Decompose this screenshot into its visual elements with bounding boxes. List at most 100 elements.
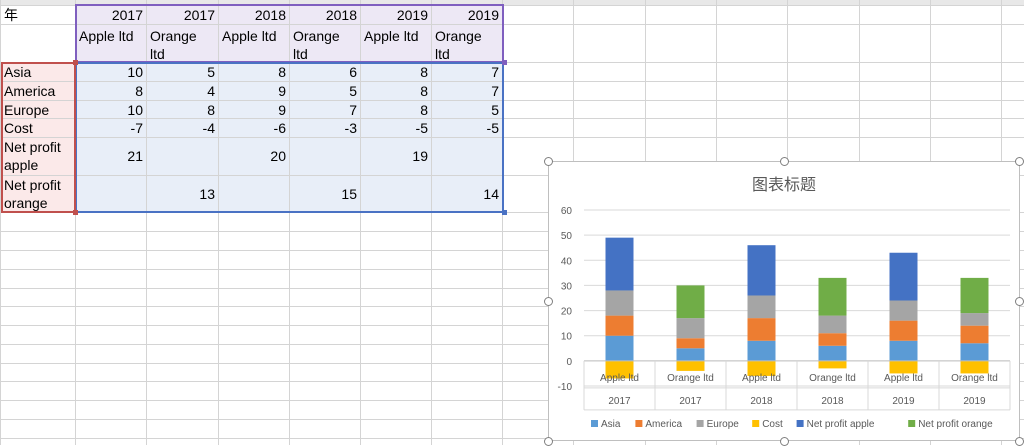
- x-category-label: Orange ltd: [667, 373, 714, 384]
- cell-year[interactable]: 2018: [290, 6, 360, 24]
- cell-row-label[interactable]: Asia: [1, 63, 74, 81]
- x-category-label: Orange ltd: [809, 373, 856, 384]
- chart-resize-handle[interactable]: [544, 157, 553, 166]
- bar-segment: [960, 325, 989, 344]
- cell-row-label[interactable]: Net profit orange: [1, 176, 74, 212]
- y-tick-label: 30: [561, 281, 573, 292]
- cell-value[interactable]: 6: [290, 63, 360, 81]
- cell-value[interactable]: 8: [76, 82, 146, 100]
- legend-label: Net profit orange: [918, 419, 993, 430]
- cell-year[interactable]: 2018: [219, 6, 289, 24]
- x-group-label: 2018: [821, 396, 844, 407]
- legend-swatch: [908, 420, 916, 427]
- cell-company[interactable]: Orange ltd: [147, 25, 218, 62]
- bar-segment: [747, 245, 776, 296]
- bar-segment: [676, 360, 705, 371]
- cell-value[interactable]: 20: [219, 138, 289, 175]
- cell-value[interactable]: 13: [147, 176, 218, 212]
- cell-value[interactable]: 7: [432, 63, 502, 81]
- range-resize-handle[interactable]: [502, 60, 507, 65]
- cell-value[interactable]: 7: [290, 101, 360, 118]
- cell-value[interactable]: 5: [147, 63, 218, 81]
- chart-resize-handle[interactable]: [1015, 297, 1024, 306]
- bar-segment: [605, 237, 634, 291]
- cell-header-year[interactable]: 年: [1, 6, 74, 24]
- cell-value[interactable]: 8: [361, 82, 431, 100]
- cell-value[interactable]: 7: [432, 82, 502, 100]
- legend-label: Net profit apple: [807, 419, 875, 430]
- cell-value[interactable]: [361, 176, 431, 212]
- bar-segment: [818, 360, 847, 369]
- cell-company[interactable]: Orange ltd: [432, 25, 502, 62]
- cell-row-label[interactable]: Europe: [1, 101, 74, 118]
- x-group-label: 2017: [679, 396, 702, 407]
- bar-segment: [676, 318, 705, 339]
- cell-value[interactable]: 5: [432, 101, 502, 118]
- cell-value[interactable]: 8: [361, 101, 431, 118]
- cell-value[interactable]: 10: [76, 63, 146, 81]
- cell-value[interactable]: 10: [76, 101, 146, 118]
- range-resize-handle[interactable]: [73, 60, 78, 65]
- chart-resize-handle[interactable]: [1015, 157, 1024, 166]
- cell-year[interactable]: 2017: [76, 6, 146, 24]
- cell-company[interactable]: Apple ltd: [219, 25, 289, 62]
- legend-label: America: [645, 419, 682, 430]
- bar-segment: [889, 252, 918, 301]
- legend-label: Cost: [762, 419, 783, 430]
- chart-title: 图表标题: [752, 176, 816, 194]
- bar-segment: [889, 360, 918, 374]
- cell-value[interactable]: -6: [219, 119, 289, 137]
- range-resize-handle[interactable]: [502, 210, 507, 215]
- chart-resize-handle[interactable]: [780, 157, 789, 166]
- cell-value[interactable]: 8: [361, 63, 431, 81]
- cell-value[interactable]: 9: [219, 101, 289, 118]
- cell-company[interactable]: Apple ltd: [361, 25, 431, 62]
- cell-company[interactable]: Apple ltd: [76, 25, 146, 62]
- x-category-label: Apple ltd: [742, 373, 781, 384]
- cell-year[interactable]: 2019: [361, 6, 431, 24]
- cell-value[interactable]: 5: [290, 82, 360, 100]
- cell-value[interactable]: -3: [290, 119, 360, 137]
- cell-value[interactable]: [432, 138, 502, 175]
- cell-value[interactable]: 21: [76, 138, 146, 175]
- legend-swatch: [591, 420, 598, 427]
- bar-segment: [960, 360, 989, 374]
- cell-company[interactable]: Orange ltd: [290, 25, 360, 62]
- cell-row-label[interactable]: Cost: [1, 119, 74, 137]
- cell-row-label[interactable]: America: [1, 82, 74, 100]
- x-group-label: 2017: [608, 396, 631, 407]
- cell-value[interactable]: -5: [361, 119, 431, 137]
- bar-segment: [960, 343, 989, 361]
- y-tick-label: 60: [561, 206, 573, 217]
- cell-value[interactable]: [76, 176, 146, 212]
- bar-segment: [889, 340, 918, 361]
- cell-value[interactable]: 4: [147, 82, 218, 100]
- cell-value[interactable]: -7: [76, 119, 146, 137]
- chart-object[interactable]: 图表标题 -10 0 10 20 30 40 50 60 Apple ltd 2017 Orange …: [544, 157, 1024, 446]
- cell-value[interactable]: 8: [219, 63, 289, 81]
- bar-segment: [747, 318, 776, 341]
- cell-year[interactable]: 2019: [432, 6, 502, 24]
- y-tick-label: -10: [558, 382, 573, 393]
- bar-segment: [889, 320, 918, 341]
- cell-value[interactable]: -5: [432, 119, 502, 137]
- cell-value[interactable]: [290, 138, 360, 175]
- cell-row-label[interactable]: Net profit apple: [1, 138, 74, 175]
- cell-year[interactable]: 2017: [147, 6, 218, 24]
- chart-resize-handle[interactable]: [544, 297, 553, 306]
- cell-value[interactable]: 19: [361, 138, 431, 175]
- legend-label: Europe: [707, 419, 740, 430]
- cell-value[interactable]: 8: [147, 101, 218, 118]
- bar-segment: [605, 335, 634, 361]
- range-resize-handle[interactable]: [73, 210, 78, 215]
- legend-swatch: [635, 420, 643, 427]
- cell-blank-a2[interactable]: [1, 25, 74, 62]
- cell-value[interactable]: 15: [290, 176, 360, 212]
- cell-value[interactable]: 14: [432, 176, 502, 212]
- bar-segment: [676, 285, 705, 319]
- cell-value[interactable]: 9: [219, 82, 289, 100]
- cell-value[interactable]: [219, 176, 289, 212]
- cell-value[interactable]: [147, 138, 218, 175]
- cell-value[interactable]: -4: [147, 119, 218, 137]
- y-tick-label: 40: [561, 256, 573, 267]
